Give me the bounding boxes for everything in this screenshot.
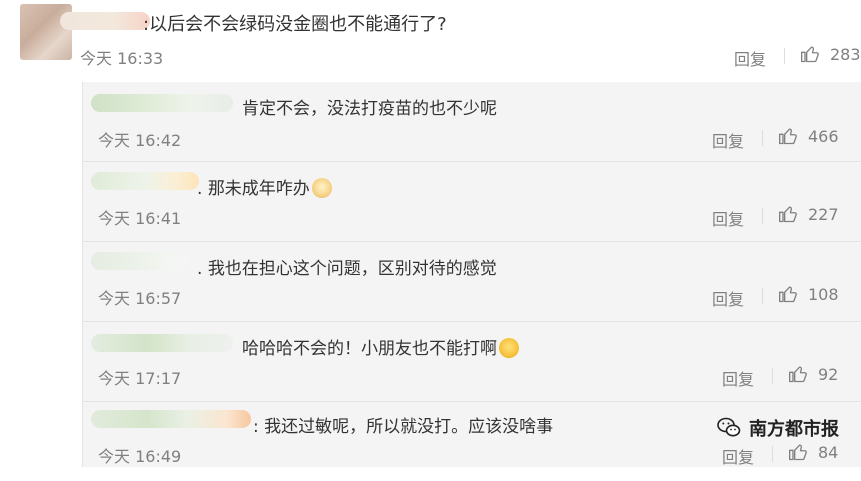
reply-time: 今天 16:57 <box>98 289 182 308</box>
blurred-username[interactable] <box>91 334 233 352</box>
like-count: 466 <box>808 126 839 146</box>
reply-body: 我还过敏呢，所以就没打。应该没啥事 <box>264 417 554 437</box>
like-count: 108 <box>808 284 839 304</box>
blurred-username[interactable] <box>91 94 233 112</box>
like-count: 283 <box>830 44 861 64</box>
thumbs-up-icon <box>801 46 819 63</box>
like-button[interactable]: 84 <box>788 442 838 462</box>
like-count: 84 <box>818 442 839 462</box>
reply-body: 哈哈哈不会的！小朋友也不能打啊 <box>242 339 497 359</box>
reply-item: . 我也在担心这个问题，区别对待的感觉 今天 16:57 回复 108 <box>83 242 861 322</box>
separator <box>762 130 763 146</box>
blurred-username[interactable] <box>91 172 199 190</box>
reply-item: . 那未成年咋办 今天 16:41 回复 227 <box>83 162 861 242</box>
laugh-cry-emoji-icon <box>499 338 519 358</box>
reply-body: 那未成年咋办 <box>207 179 310 199</box>
reply-item: : 我还过敏呢，所以就没打。应该没啥事 今天 16:49 回复 84 <box>83 402 861 481</box>
separator <box>772 368 773 384</box>
like-count: 92 <box>818 364 839 384</box>
replies-panel: 肯定不会，没法打疫苗的也不少呢 今天 16:42 回复 466 . 那未成年咋办… <box>82 82 861 467</box>
like-button[interactable]: 227 <box>778 204 839 224</box>
reply-button[interactable]: 回复 <box>712 206 744 230</box>
watermark-text: 南方都市报 <box>749 419 839 440</box>
like-count: 227 <box>808 204 839 224</box>
comment-text: :以后会不会绿码没金圈也不能通行了? <box>143 10 447 36</box>
reply-button[interactable]: 回复 <box>712 128 744 152</box>
reply-time: 今天 17:17 <box>98 369 182 388</box>
reply-item: 哈哈哈不会的！小朋友也不能打啊 今天 17:17 回复 92 <box>83 322 861 402</box>
blurred-username[interactable] <box>91 410 251 428</box>
blurred-username[interactable] <box>91 252 195 270</box>
reply-text: . 那未成年咋办 <box>197 174 332 199</box>
doge-emoji-icon <box>311 178 332 198</box>
separator <box>762 288 763 304</box>
reply-text: 肯定不会，没法打疫苗的也不少呢 <box>242 94 497 119</box>
reply-button[interactable]: 回复 <box>712 286 744 310</box>
like-button[interactable]: 92 <box>788 364 838 384</box>
reply-body: 肯定不会，没法打疫苗的也不少呢 <box>242 99 497 119</box>
like-button[interactable]: 108 <box>778 284 839 304</box>
reply-text: 哈哈哈不会的！小朋友也不能打啊 <box>242 334 519 359</box>
reply-time: 今天 16:49 <box>98 447 182 466</box>
reply-time: 今天 16:42 <box>98 131 182 150</box>
watermark: 南方都市报 <box>717 415 839 441</box>
thumbs-up-icon <box>779 286 797 303</box>
comment-time: 今天 16:33 <box>80 49 164 68</box>
separator <box>784 48 785 64</box>
thumbs-up-icon <box>779 128 797 145</box>
reply-button[interactable]: 回复 <box>722 444 754 468</box>
like-button[interactable]: 283 <box>800 44 861 64</box>
reply-button[interactable]: 回复 <box>722 366 754 390</box>
reply-time: 今天 16:41 <box>98 209 182 228</box>
main-comment: :以后会不会绿码没金圈也不能通行了? 今天 16:33 回复 283 <box>0 0 861 78</box>
thumbs-up-icon <box>789 366 807 383</box>
reply-prefix: . <box>197 179 203 199</box>
reply-body: 我也在担心这个问题，区别对待的感觉 <box>207 259 497 279</box>
reply-item: 肯定不会，没法打疫苗的也不少呢 今天 16:42 回复 466 <box>83 82 861 162</box>
wechat-icon <box>717 417 741 437</box>
thumbs-up-icon <box>789 444 807 461</box>
comment-body: 以后会不会绿码没金圈也不能通行了? <box>149 14 447 35</box>
separator <box>762 208 763 224</box>
separator <box>772 446 773 462</box>
blurred-username[interactable] <box>60 12 150 30</box>
reply-text: : 我还过敏呢，所以就没打。应该没啥事 <box>253 412 553 437</box>
thumbs-up-icon <box>779 206 797 223</box>
reply-prefix: : <box>253 417 259 437</box>
reply-text: . 我也在担心这个问题，区别对待的感觉 <box>197 254 497 279</box>
like-button[interactable]: 466 <box>778 126 839 146</box>
reply-prefix: . <box>197 259 203 279</box>
reply-button[interactable]: 回复 <box>734 46 766 70</box>
